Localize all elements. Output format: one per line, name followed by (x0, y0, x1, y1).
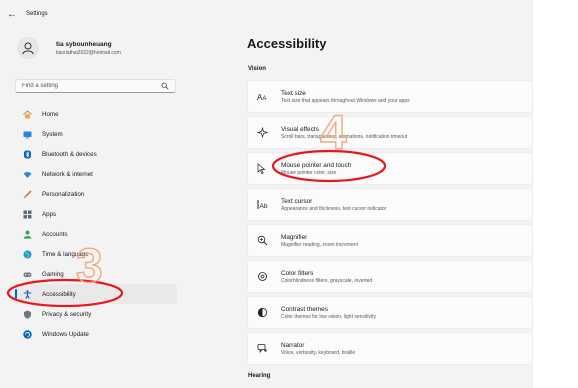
brush-icon (23, 190, 32, 199)
card-title: Color filters (281, 269, 314, 277)
sidebar-item-label: Privacy & security (42, 310, 92, 318)
sidebar-item-windows-update[interactable]: Windows Update (14, 324, 177, 344)
sidebar-item-home[interactable]: Home (14, 104, 177, 124)
person-icon (22, 42, 34, 55)
search-box[interactable] (15, 79, 176, 93)
sidebar-item-label: Apps (42, 210, 57, 218)
search-input[interactable] (22, 83, 161, 89)
sidebar-item-system[interactable]: System (14, 124, 177, 144)
card-contrast-themes[interactable]: Contrast themes Color themes for low visi… (247, 296, 533, 329)
sidebar-item-accounts[interactable]: Accounts (14, 224, 177, 244)
sidebar-item-label: Network & internet (42, 170, 93, 178)
section-hearing: Hearing (248, 373, 271, 379)
card-subtitle: Mouse pointer color, size (281, 169, 337, 176)
vision-settings-list: AA Text size Text size that appears throu… (247, 80, 533, 368)
card-title: Visual effects (281, 125, 319, 133)
card-magnifier[interactable]: Magnifier Magnifier reading, zoom increme… (247, 224, 533, 257)
card-title: Magnifier (281, 233, 308, 241)
card-color-filters[interactable]: Color filters Colorblindness filters, gra… (247, 260, 533, 293)
card-subtitle: Voice, verbosity, keyboard, braille (281, 349, 356, 356)
background-margin (533, 0, 578, 388)
sidebar-item-label: Accounts (42, 230, 68, 238)
card-title: Text cursor (281, 197, 313, 205)
card-text-size[interactable]: AA Text size Text size that appears throu… (247, 80, 533, 113)
card-mouse-pointer[interactable]: Mouse pointer and touch Mouse pointer col… (247, 152, 533, 185)
globe-icon (23, 250, 32, 259)
sidebar-item-label: Home (42, 110, 59, 118)
visual-effects-icon (257, 127, 268, 138)
apps-icon (23, 210, 32, 219)
update-icon (23, 329, 32, 339)
sidebar-item-label: Bluetooth & devices (42, 150, 97, 158)
gaming-icon (23, 270, 32, 279)
card-title: Contrast themes (281, 305, 328, 313)
title-bar: ← Settings (0, 0, 533, 28)
card-subtitle: Scroll bars, transparency, animations, n… (281, 133, 408, 140)
profile-email: tiaorlathai2022@hotmail.com (56, 49, 121, 56)
sidebar-item-label: Time & language (42, 250, 89, 258)
card-subtitle: Magnifier reading, zoom increment (281, 241, 358, 248)
accessibility-icon (23, 289, 32, 299)
contrast-icon (257, 307, 268, 318)
page-title: Accessibility (247, 36, 327, 51)
sidebar-item-label: Personalization (42, 190, 85, 198)
sidebar-item-apps[interactable]: Apps (14, 204, 177, 224)
search-icon[interactable] (161, 82, 169, 90)
card-visual-effects[interactable]: Visual effects Scroll bars, transparency,… (247, 116, 533, 149)
settings-window: ← Settings tia sybounheuang tiaorlathai2… (0, 0, 533, 388)
sidebar-item-personalization[interactable]: Personalization (14, 184, 177, 204)
magnifier-icon (257, 235, 268, 246)
sidebar-item-label: Windows Update (42, 330, 89, 338)
window-title: Settings (26, 11, 48, 17)
sidebar-item-bluetooth[interactable]: Bluetooth & devices (14, 144, 177, 164)
card-subtitle: Text size that appears throughout Window… (281, 97, 410, 104)
sidebar-item-accessibility[interactable]: Accessibility (14, 284, 177, 304)
home-icon (23, 109, 32, 119)
back-arrow-icon[interactable]: ← (6, 8, 18, 20)
card-subtitle: Colorblindness filters, grayscale, inver… (281, 277, 373, 284)
narrator-icon (257, 343, 268, 354)
svg-text:Ab: Ab (260, 203, 268, 210)
sidebar-item-privacy[interactable]: Privacy & security (14, 304, 177, 324)
sidebar-item-time-language[interactable]: Time & language (14, 244, 177, 264)
section-vision: Vision (248, 66, 266, 72)
sidebar-nav: Home System Bluetooth & devices Network … (14, 104, 177, 344)
system-icon (23, 130, 32, 139)
profile-name: tia sybounheuang (56, 40, 112, 48)
sidebar-item-gaming[interactable]: Gaming (14, 264, 177, 284)
card-subtitle: Appearance and thickness, text cursor in… (281, 205, 387, 212)
card-text-cursor[interactable]: Ab Text cursor Appearance and thickness, … (247, 188, 533, 221)
avatar (17, 37, 39, 59)
card-narrator[interactable]: Narrator Voice, verbosity, keyboard, brai… (247, 332, 533, 365)
sidebar-item-label: Accessibility (42, 290, 76, 298)
bluetooth-icon (23, 150, 32, 159)
mouse-pointer-icon (257, 163, 268, 174)
sidebar-item-label: Gaming (42, 270, 64, 278)
active-indicator (15, 289, 17, 299)
accounts-icon (23, 230, 32, 239)
text-cursor-icon: Ab (257, 199, 268, 210)
sidebar-item-network[interactable]: Network & internet (14, 164, 177, 184)
wifi-icon (23, 170, 32, 179)
card-title: Mouse pointer and touch (281, 161, 352, 169)
card-title: Text size (281, 89, 306, 97)
color-filters-icon (257, 271, 268, 282)
shield-icon (23, 310, 32, 319)
svg-text:A: A (263, 96, 267, 102)
card-title: Narrator (281, 341, 305, 349)
user-profile[interactable]: tia sybounheuang tiaorlathai2022@hotmail… (17, 37, 121, 59)
card-subtitle: Color themes for low vision, light sensi… (281, 313, 377, 320)
text-size-icon: AA (257, 91, 268, 102)
sidebar-item-label: System (42, 130, 63, 138)
